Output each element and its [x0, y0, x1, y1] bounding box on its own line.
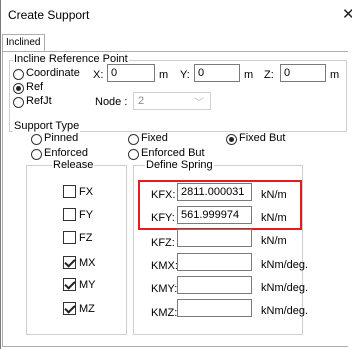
x-label: X: [93, 69, 104, 81]
chevron-down-icon: ﹀ [194, 98, 204, 109]
node-label: Node : [95, 96, 128, 108]
kmx-label: KMX: [151, 260, 178, 272]
kfz-label: KFZ: [151, 237, 175, 249]
kmz-unit: kNm/deg. [261, 305, 309, 317]
kmx-unit: kNm/deg. [261, 259, 309, 271]
kmy-label: KMY: [151, 283, 178, 295]
checkbox-fz-label: FZ [79, 232, 93, 244]
z-field[interactable]: 0 [280, 64, 326, 82]
checkbox-fy[interactable] [63, 208, 76, 221]
radio-enforced-but[interactable] [128, 149, 139, 160]
kfx-unit: kN/m [261, 189, 287, 201]
radio-fixed-but[interactable] [226, 134, 237, 145]
radio-enforced[interactable] [31, 149, 42, 160]
support-type-title: Support Type [13, 120, 81, 132]
kfz-field[interactable] [177, 229, 252, 247]
checkbox-fz[interactable] [63, 231, 76, 244]
radio-ref[interactable] [13, 83, 24, 94]
radio-ref-label: Ref [26, 81, 44, 93]
kfy-unit: kN/m [261, 212, 287, 224]
radio-enforced-label: Enforced [44, 147, 89, 159]
node-select[interactable]: 2 ﹀ [133, 92, 211, 110]
y-field[interactable]: 0 [194, 64, 240, 82]
radio-refjt-label: RefJt [26, 95, 52, 107]
z-unit: m [330, 69, 340, 81]
radio-enforced-but-label: Enforced But [141, 147, 205, 159]
kfy-label: KFY: [151, 212, 175, 224]
kmx-field[interactable] [177, 253, 252, 271]
title-bar: Create Support ✕ [0, 0, 352, 30]
node-select-value: 2 [138, 95, 145, 107]
checkbox-mx[interactable] [63, 256, 76, 269]
release-group [26, 165, 127, 335]
z-label: Z: [264, 69, 274, 81]
release-title: Release [52, 159, 95, 171]
radio-pinned-label: Pinned [44, 132, 79, 144]
checkbox-mx-label: MX [79, 257, 96, 269]
kfx-label: KFX: [151, 189, 176, 201]
x-field[interactable]: 0 [107, 64, 155, 82]
checkbox-mz-label: MZ [79, 303, 95, 315]
radio-pinned[interactable] [31, 134, 42, 145]
define-spring-title: Define Spring [145, 159, 214, 171]
checkbox-my[interactable] [63, 278, 76, 291]
window-title: Create Support [8, 8, 90, 22]
close-icon[interactable]: ✕ [342, 5, 352, 23]
kmz-label: KMZ: [151, 307, 178, 319]
kfz-unit: kN/m [261, 235, 287, 247]
radio-fixed[interactable] [128, 134, 139, 145]
checkbox-fx-label: FX [79, 186, 94, 198]
kmz-field[interactable] [177, 299, 252, 317]
checkbox-fy-label: FY [79, 209, 94, 221]
radio-coordinate[interactable] [13, 69, 24, 80]
checkbox-mz[interactable] [63, 302, 76, 315]
radio-fixed-but-label: Fixed But [239, 132, 286, 144]
kfy-field[interactable]: 561.999974 [177, 206, 252, 224]
checkbox-fx[interactable] [63, 185, 76, 198]
kfx-field[interactable]: 2811.000031 [177, 183, 252, 201]
kmy-field[interactable] [177, 276, 252, 294]
tab-inclined[interactable]: Inclined [2, 34, 45, 52]
checkbox-my-label: MY [79, 279, 96, 291]
radio-refjt[interactable] [13, 97, 24, 108]
radio-coordinate-label: Coordinate [26, 67, 80, 79]
radio-fixed-label: Fixed [141, 132, 168, 144]
kmy-unit: kNm/deg. [261, 282, 309, 294]
y-label: Y: [180, 69, 190, 81]
x-unit: m [159, 69, 169, 81]
y-unit: m [244, 69, 254, 81]
